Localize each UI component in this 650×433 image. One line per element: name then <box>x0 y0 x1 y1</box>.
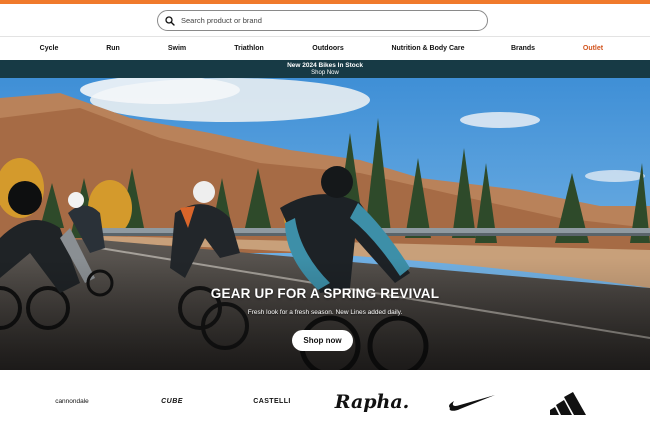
promo-link[interactable]: Shop Now <box>0 70 650 77</box>
shop-now-button[interactable]: Shop now <box>292 330 353 351</box>
hero-subtext: Fresh look for a fresh season. New Lines… <box>247 309 403 316</box>
nav-item-swim[interactable]: Swim <box>168 38 186 60</box>
brand-nike[interactable] <box>448 370 496 433</box>
promo-title: New 2024 Bikes In Stock <box>287 62 363 69</box>
brand-castelli[interactable]: CASTELLI <box>253 370 290 433</box>
nav-item-brands[interactable]: Brands <box>511 38 535 60</box>
search-icon <box>164 15 176 27</box>
nav-item-nutrition-body-care[interactable]: Nutrition & Body Care <box>391 38 464 60</box>
hero-banner: GEAR UP FOR A SPRING REVIVAL Fresh look … <box>0 78 650 370</box>
top-accent-bar <box>0 0 650 4</box>
brand-cube[interactable]: CUBE <box>161 370 183 433</box>
nav-item-outdoors[interactable]: Outdoors <box>312 38 344 60</box>
promo-banner[interactable]: New 2024 Bikes In Stock Shop Now <box>0 60 650 78</box>
adidas-logo-icon <box>550 391 586 415</box>
nav-item-run[interactable]: Run <box>106 38 120 60</box>
brand-strip: cannondale CUBE CASTELLI Rapha. <box>0 370 650 433</box>
search-input[interactable] <box>181 16 461 25</box>
nav-item-cycle[interactable]: Cycle <box>40 38 59 60</box>
nike-swoosh-icon <box>449 394 495 411</box>
brand-cannondale[interactable]: cannondale <box>55 370 89 433</box>
header-divider <box>0 36 650 37</box>
hero-headline: GEAR UP FOR A SPRING REVIVAL <box>210 286 440 301</box>
search-bar[interactable] <box>157 10 488 31</box>
brand-rapha-label: Rapha. <box>334 390 410 413</box>
brand-rapha[interactable]: Rapha. <box>335 370 410 433</box>
brand-cannondale-label: cannondale <box>55 398 89 405</box>
nav-item-outlet[interactable]: Outlet <box>583 38 603 60</box>
hero-image <box>0 78 650 370</box>
brand-cube-label: CUBE <box>161 398 183 405</box>
brand-castelli-label: CASTELLI <box>253 398 291 405</box>
main-nav: Cycle Run Swim Triathlon Outdoors Nutrit… <box>0 38 650 60</box>
nav-item-triathlon[interactable]: Triathlon <box>234 38 264 60</box>
brand-adidas[interactable] <box>548 370 596 433</box>
